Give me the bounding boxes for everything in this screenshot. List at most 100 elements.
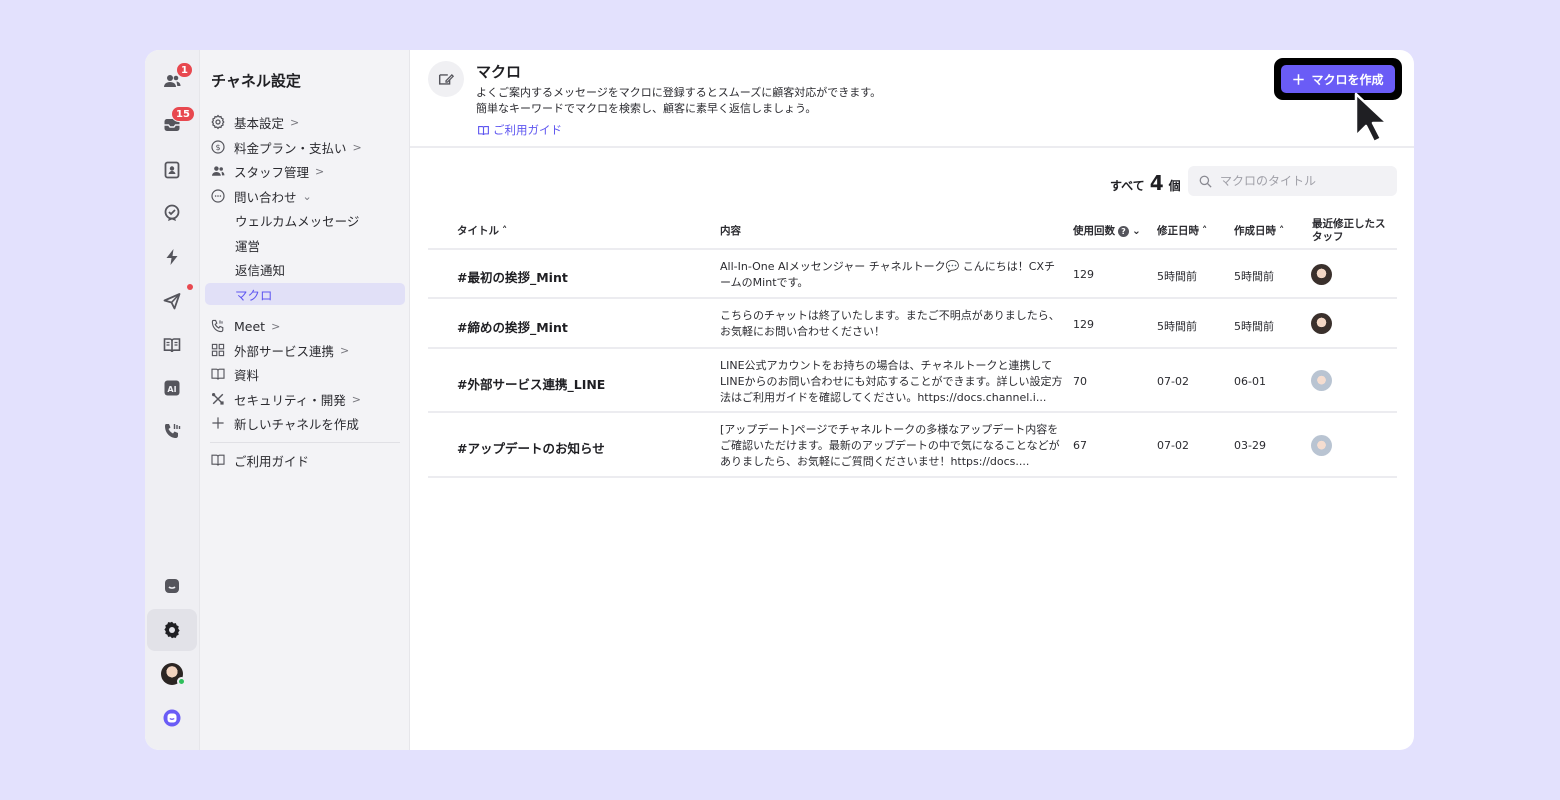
guide-link-label: ご利用ガイド [493,123,562,137]
sidebar-item-meet[interactable]: Meet > [210,315,280,337]
sidebar-subitem-reply-notice[interactable]: 返信通知 [235,258,285,280]
chevron-right-icon: > [290,115,300,129]
column-header-created[interactable]: 作成日時 ˄ [1234,225,1284,238]
book-icon [478,125,489,135]
rail-docs[interactable] [147,324,197,366]
main-content: マクロ よくご案内するメッセージをマクロに登録するとスムーズに顧客対応ができます… [410,50,1414,750]
rail-messenger[interactable] [147,565,197,607]
chevron-right-icon: > [271,319,281,333]
row-created: 06-01 [1234,375,1266,388]
column-header-usage[interactable]: 使用回数? ⌄ [1073,225,1141,238]
sidebar-item-staff[interactable]: スタッフ管理 > [210,160,324,182]
rail-phone[interactable] [147,410,197,452]
table-row-divider [428,476,1397,478]
column-header-label: 最近修正したスタッフ [1312,218,1386,243]
dollar-circle-icon: $ [211,140,225,154]
help-icon[interactable]: ? [1118,226,1129,237]
contact-card-icon [164,161,180,179]
column-header-label: 作成日時 [1234,225,1276,237]
rail-tasks[interactable] [147,192,197,234]
sidebar-item-label: Meet [234,318,266,334]
sidebar-item-integrations[interactable]: 外部サービス連携 > [210,339,349,361]
staff-avatar [1311,370,1332,391]
sidebar-item-label: ご利用ガイド [234,453,310,469]
svg-text:AI: AI [167,385,176,394]
column-header-label: 修正日時 [1157,225,1199,237]
svg-text:$: $ [215,143,220,152]
chevron-right-icon: > [351,392,361,406]
sidebar-subitem-welcome[interactable]: ウェルカムメッセージ [235,209,359,231]
rail-contacts[interactable]: 1 [147,60,197,102]
sidebar-item-docs[interactable]: 資料 [210,363,259,385]
tools-icon [212,393,224,405]
column-header-modified[interactable]: 修正日時 ˄ [1157,225,1207,238]
row-title[interactable]: #外部サービス連携_LINE [457,374,605,393]
rail-automation[interactable] [147,236,197,278]
rail-inbox[interactable]: 15 [147,104,197,146]
chat-bubble-icon [165,579,179,593]
row-content: LINE公式アカウントをお持ちの場合は、チャネルトークと連携してLINEからのお… [720,359,1063,404]
row-title[interactable]: #最初の挨拶_Mint [457,267,568,286]
macro-search[interactable] [1188,166,1397,196]
grid-icon [211,343,225,357]
row-modified: 07-02 [1157,375,1189,388]
row-usage: 129 [1073,318,1094,331]
row-created: 03-29 [1234,439,1266,452]
badge-check-icon [164,204,180,221]
sidebar-item-inquiry[interactable]: 問い合わせ ⌄ [210,185,312,207]
sidebar-subitem-operation[interactable]: 運営 [235,234,260,256]
chat-ellipsis-icon [211,189,225,203]
row-created: 5時間前 [1234,270,1274,283]
sidebar-item-label: 外部サービス連携 [234,343,335,359]
chevron-right-icon: > [340,343,350,357]
header-divider [410,146,1414,148]
settings-sidebar: チャネル設定 基本設定 > $ 料金プラン・支払い > スタッフ管理 > 問い合… [200,50,410,750]
online-status-dot [177,677,186,686]
people-icon [212,166,225,176]
row-title[interactable]: #締めの挨拶_Mint [457,317,568,336]
search-input[interactable] [1220,174,1390,188]
create-macro-button[interactable]: マクロを作成 [1281,65,1395,93]
sidebar-item-label: 新しいチャネルを作成 [234,416,359,432]
sidebar-item-basic[interactable]: 基本設定 > [210,111,299,133]
sidebar-item-label: 資料 [234,367,260,383]
description-line: 簡単なキーワードでマクロを検索し、顧客に素早く返信しましょう。 [476,102,817,115]
table-row-divider [428,297,1397,299]
row-created: 5時間前 [1234,320,1274,333]
row-content: こちらのチャットは終了いたします。またご不明点がありましたら、お気軽にお問い合わ… [720,309,1060,338]
rail-profile[interactable] [147,149,197,191]
channel-logo-icon [163,709,181,727]
rail-campaign[interactable] [147,280,197,322]
row-content: [アップデート]ページでチャネルトークの多様なアップデート内容をご確認いただけま… [720,423,1060,468]
sort-asc-icon: ˄ [1202,225,1208,237]
rail-logo[interactable] [147,697,197,739]
row-title[interactable]: #アップデートのお知らせ [457,438,605,457]
sidebar-item-new-channel[interactable]: 新しいチャネルを作成 [210,412,359,434]
sidebar-item-label: 問い合わせ [234,189,297,205]
gear-icon [164,621,180,639]
rail-settings[interactable] [147,609,197,651]
sidebar-item-billing[interactable]: $ 料金プラン・支払い > [210,136,362,158]
sidebar-item-security[interactable]: セキュリティ・開発 > [210,388,361,410]
rail-ai[interactable]: AI [147,367,197,409]
row-modified: 07-02 [1157,439,1189,452]
macro-count: すべて 4 個 [1110,171,1181,195]
staff-avatar [1311,435,1332,456]
sidebar-subitem-macro[interactable]: マクロ [205,283,405,305]
guide-link[interactable]: ご利用ガイド [477,122,562,138]
sidebar-item-label: 料金プラン・支払い [234,140,347,156]
plus-icon [212,417,224,429]
gear-icon [211,114,225,130]
row-content: All-In-One AIメッセンジャー チャネルトーク💬 こんにちは！CXチー… [720,260,1056,289]
sidebar-divider [210,442,400,443]
chevron-down-icon: ⌄ [302,189,312,203]
column-header-title[interactable]: タイトル ˄ [457,225,507,238]
rail-user[interactable] [147,653,197,695]
column-header-staff: 最近修正したスタッフ [1312,218,1392,244]
column-header-label: タイトル [457,225,499,237]
count-value: 4 [1149,171,1164,195]
page-description: よくご案内するメッセージをマクロに登録するとスムーズに顧客対応ができます。 簡単… [476,85,881,117]
nav-rail: 1 15 AI [145,50,200,750]
sidebar-item-guide[interactable]: ご利用ガイド [210,449,309,471]
book-icon [163,338,181,353]
